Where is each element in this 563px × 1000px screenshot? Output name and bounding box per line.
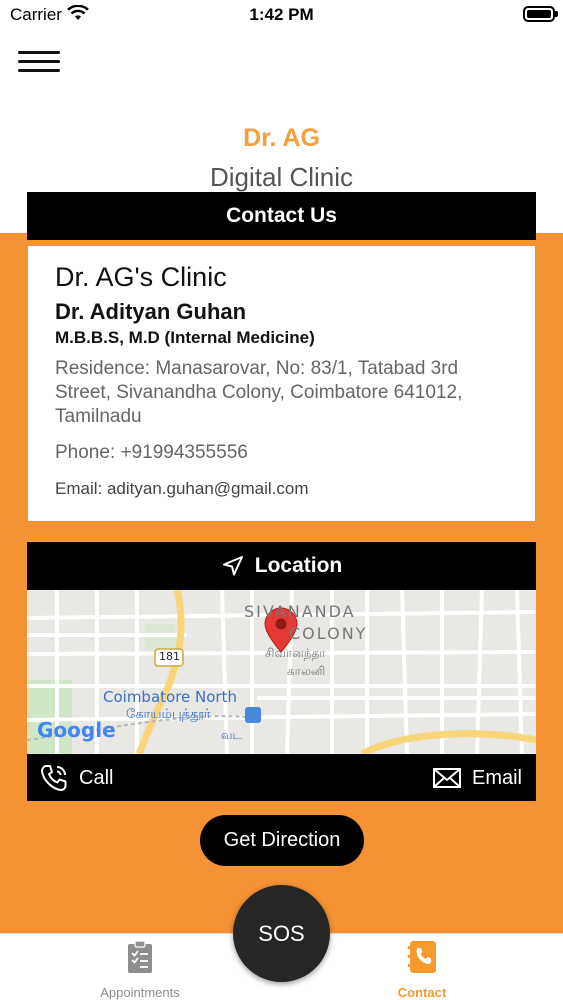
clinic-name: Dr. AG's Clinic (55, 262, 227, 292)
call-label: Call (79, 766, 114, 789)
clipboard-icon (127, 940, 153, 979)
navigation-arrow-icon (221, 554, 245, 578)
tab-contact[interactable]: Contact (352, 940, 492, 1000)
map-station-label: Coimbatore North (103, 688, 237, 706)
map-station-tamil-1: கோயம்புத்தூர் (126, 707, 211, 722)
status-bar: Carrier 1:42 PM (0, 0, 563, 30)
phone-book-icon (407, 940, 437, 979)
doctor-qualification: M.B.B.S, M.D (Internal Medicine) (55, 328, 315, 347)
contact-us-header: Contact Us (27, 192, 536, 240)
brand-subtitle: Digital Clinic (209, 162, 354, 192)
map-area-tamil-1: சிவானந்தா (265, 646, 326, 660)
status-time: 1:42 PM (249, 5, 314, 24)
call-button[interactable]: Call (39, 762, 113, 794)
clinic-email[interactable]: Email: adityan.guhan@gmail.com (55, 479, 309, 499)
brand-name: Dr. AG (243, 124, 320, 152)
map-station-tamil-2: வட (221, 728, 243, 742)
contact-action-bar: Call Email (27, 754, 536, 801)
map-area-label-2: COLONY (289, 624, 368, 643)
map-area-tamil-2: காலனி (287, 664, 326, 678)
tab-contact-label: Contact (397, 985, 447, 1000)
clinic-phone[interactable]: Phone: +91994355556 (55, 442, 248, 464)
location-header-label: Location (254, 554, 343, 577)
email-button[interactable]: Email (432, 762, 522, 794)
email-label: Email (471, 766, 522, 789)
map-area-label-1: SIVANANDA (244, 602, 356, 621)
clinic-address: Residence: Manasarovar, No: 83/1, Tataba… (55, 358, 463, 427)
location-map[interactable]: 181 SIVANANDA COLONY சிவானந்தா காலனி Coi… (27, 590, 536, 754)
get-direction-button[interactable]: Get Direction (200, 815, 364, 866)
tab-appointments-label: Appointments (100, 985, 180, 1000)
map-road-number: 181 (159, 650, 180, 663)
menu-icon[interactable] (18, 48, 60, 74)
tab-appointments[interactable]: Appointments (70, 940, 210, 1000)
google-logo: Google (37, 718, 116, 742)
envelope-icon (432, 766, 462, 790)
battery-icon (523, 6, 558, 22)
phone-icon (39, 763, 69, 793)
location-header: Location (27, 542, 536, 590)
doctor-name: Dr. Adityan Guhan (55, 299, 247, 324)
sos-button[interactable]: SOS (233, 885, 330, 982)
clinic-info-card: Dr. AG's Clinic Dr. Adityan Guhan M.B.B.… (28, 246, 535, 521)
